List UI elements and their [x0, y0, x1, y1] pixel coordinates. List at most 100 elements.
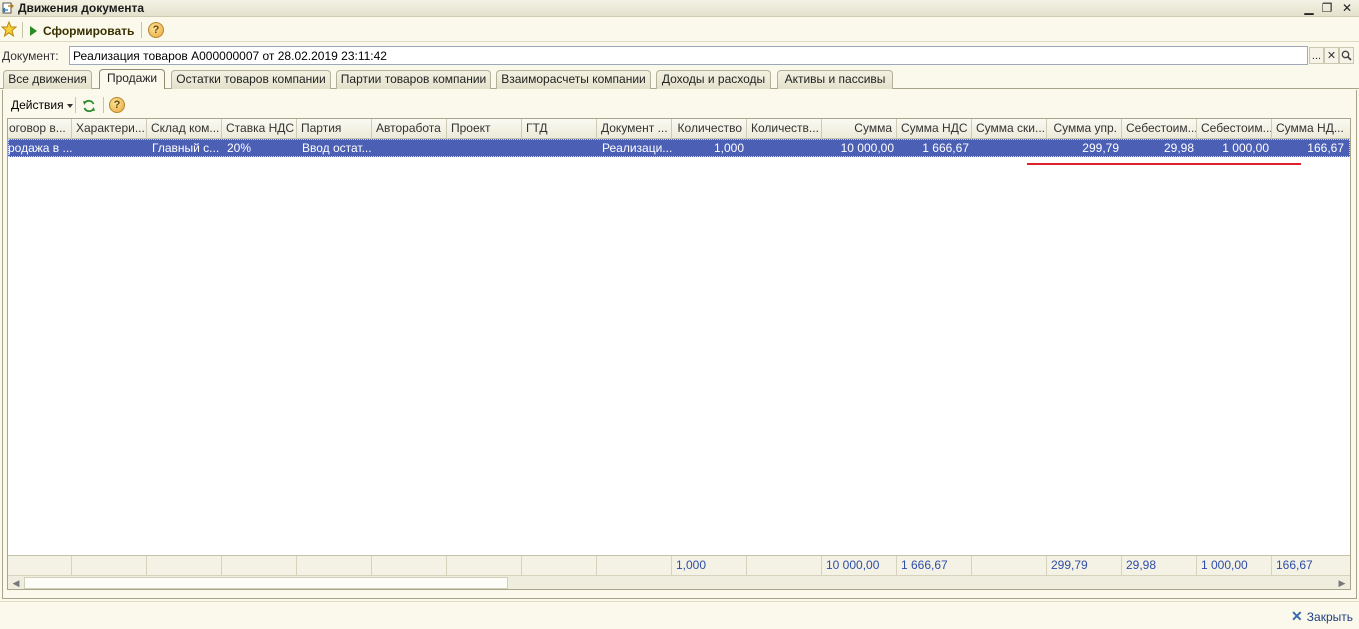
total-cell: 29,98 [1122, 556, 1197, 576]
total-cell [147, 556, 222, 576]
scroll-right-icon[interactable]: ▶ [1335, 577, 1349, 589]
total-cell [747, 556, 822, 576]
tab-assets-liabilities[interactable]: Активы и пассивы [777, 70, 893, 89]
clear-document-button[interactable]: ✕ [1324, 47, 1339, 64]
tab-all-movements[interactable]: Все движения [3, 70, 92, 89]
help-icon[interactable]: ? [109, 97, 125, 113]
row-cell: родажа в ... [8, 141, 73, 155]
tab-company-batches[interactable]: Партии товаров компании [336, 70, 491, 89]
select-document-button[interactable]: ... [1309, 47, 1324, 64]
column-header[interactable]: Ставка НДС [222, 119, 297, 139]
total-cell [522, 556, 597, 576]
grid-header: оговор в... Характери... Склад ком... Ст… [8, 119, 1350, 139]
column-header[interactable]: Себестоим... [1197, 119, 1272, 139]
column-header[interactable]: Характери... [72, 119, 147, 139]
column-header[interactable]: Авторабота [372, 119, 447, 139]
total-cell [597, 556, 672, 576]
restore-button[interactable]: ❐ [1319, 0, 1335, 16]
register-tabs: Все движения Продажи Остатки товаров ком… [0, 69, 1359, 89]
column-header[interactable]: Сумма упр. [1047, 119, 1122, 139]
document-field[interactable] [69, 46, 1308, 65]
row-cell [448, 140, 523, 157]
refresh-icon[interactable] [82, 99, 96, 113]
scrollbar-thumb[interactable] [24, 577, 508, 589]
sales-grid[interactable]: оговор в... Характери... Склад ком... Ст… [7, 118, 1351, 590]
column-header[interactable]: ГТД [522, 119, 597, 139]
column-header[interactable]: Сумма ски... [972, 119, 1047, 139]
row-cell: 1 666,67 [922, 141, 969, 155]
column-header[interactable]: Количество [672, 119, 747, 139]
row-cell: Главный с... [152, 141, 220, 155]
row-cell [973, 140, 1048, 157]
total-cell: 1,000 [672, 556, 747, 576]
toolbar-separator [22, 22, 23, 38]
close-button[interactable]: ✕ Закрыть [1291, 608, 1353, 625]
sales-tab-panel: Действия ? оговор в... Характери... Скла… [2, 90, 1357, 599]
chevron-down-icon [66, 103, 73, 108]
generate-button-label: Сформировать [43, 23, 135, 38]
window-title-bar: Движения документа ▁ ❐ ✕ [0, 0, 1359, 17]
play-icon [30, 25, 37, 36]
row-cell [748, 140, 823, 157]
magnifier-icon [1341, 50, 1352, 61]
actions-menu-label: Действия [11, 98, 64, 112]
scroll-left-icon[interactable]: ◀ [9, 577, 23, 589]
column-header[interactable]: Партия [297, 119, 372, 139]
tab-sales[interactable]: Продажи [99, 69, 165, 89]
column-header[interactable]: Количеств... [747, 119, 822, 139]
document-movements-icon [2, 2, 14, 14]
bottom-bar: ✕ Закрыть [0, 601, 1359, 629]
row-cell: Ввод остат... [302, 141, 372, 155]
red-highlight-underline [1027, 163, 1301, 165]
column-header[interactable]: оговор в... [8, 119, 72, 139]
total-cell: 1 666,67 [897, 556, 972, 576]
total-cell: 166,67 [1276, 558, 1313, 572]
minimize-button[interactable]: ▁ [1301, 0, 1317, 16]
column-header[interactable]: Себестоим... [1122, 119, 1197, 139]
actions-menu-button[interactable]: Действия [11, 98, 73, 112]
tab-income-expenses[interactable]: Доходы и расходы [656, 70, 771, 89]
document-row: Документ: ... ✕ [0, 46, 1359, 66]
tab-company-settlements[interactable]: Взаиморасчеты компании [496, 70, 651, 89]
row-cell: 1 000,00 [1222, 141, 1269, 155]
row-cell [523, 140, 598, 157]
row-cell: 29,98 [1163, 141, 1194, 155]
row-cell: 299,79 [1082, 141, 1119, 155]
total-cell [8, 556, 72, 576]
total-cell: 299,79 [1047, 556, 1122, 576]
total-cell [297, 556, 372, 576]
grid-totals: 1,000 10 000,00 1 666,67 299,79 29,98 1 … [8, 555, 1350, 576]
help-icon[interactable]: ? [148, 22, 164, 38]
row-cell: 1,000 [713, 141, 744, 155]
total-cell [372, 556, 447, 576]
column-header[interactable]: Сумма [822, 119, 897, 139]
main-toolbar: Сформировать ? [0, 18, 1359, 42]
actions-separator [103, 97, 104, 113]
open-document-button[interactable] [1339, 47, 1354, 64]
row-cell [73, 140, 148, 157]
favorite-star-icon[interactable] [1, 21, 17, 37]
row-cell: 20% [227, 141, 252, 155]
row-cell [373, 140, 448, 157]
row-cell: Реализаци... [602, 141, 673, 155]
column-header[interactable]: Документ ... [597, 119, 672, 139]
total-cell: 10 000,00 [822, 556, 897, 576]
tab-company-stock[interactable]: Остатки товаров компании [171, 70, 331, 89]
column-header[interactable]: Проект [447, 119, 522, 139]
total-cell [222, 556, 297, 576]
column-header[interactable]: Сумма НД... [1272, 119, 1350, 139]
total-cell [447, 556, 522, 576]
row-cell: 166,67 [1307, 141, 1344, 155]
column-header[interactable]: Сумма НДС [897, 119, 972, 139]
total-cell: 1 000,00 [1197, 556, 1272, 576]
generate-button[interactable]: Сформировать [30, 22, 134, 39]
column-header[interactable]: Склад ком... [147, 119, 222, 139]
horizontal-scrollbar[interactable]: ◀ ▶ [8, 575, 1350, 589]
window-close-button[interactable]: ✕ [1339, 0, 1355, 16]
table-row[interactable]: родажа в ... Главный с... 20% Ввод остат… [8, 139, 1350, 157]
toolbar-separator [141, 22, 142, 38]
window-title: Движения документа [18, 1, 145, 15]
close-button-label: Закрыть [1306, 609, 1353, 624]
total-cell [72, 556, 147, 576]
total-cell [972, 556, 1047, 576]
